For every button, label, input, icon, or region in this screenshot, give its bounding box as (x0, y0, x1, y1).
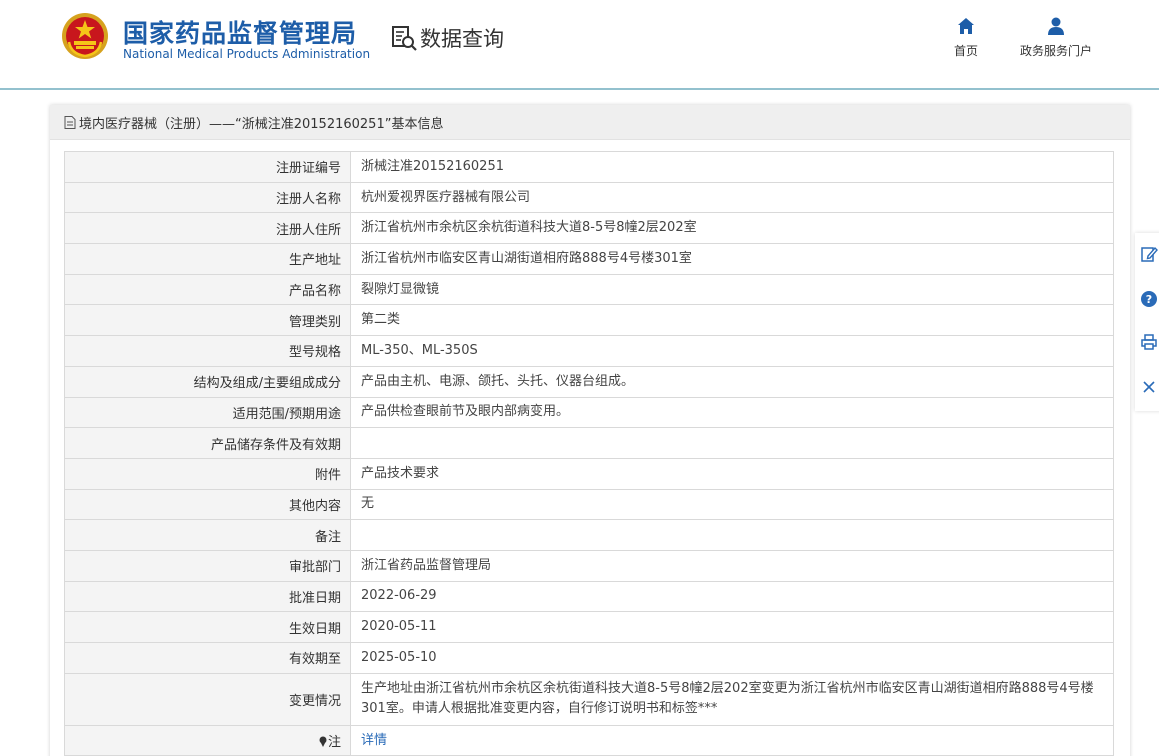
table-row: 注册人名称 杭州爱视界医疗器械有限公司 (64, 181, 1114, 214)
site-header: 国家药品监督管理局 National Medical Products Admi… (0, 0, 1159, 88)
field-label: 注册人名称 (64, 181, 351, 214)
note-label-cell: 注 (64, 724, 351, 756)
field-label: 其他内容 (64, 488, 351, 521)
table-row: 产品储存条件及有效期 (64, 427, 1114, 459)
field-value: 产品由主机、电源、颌托、头托、仪器台组成。 (350, 365, 1114, 398)
info-table: 注册证编号 浙械注准20152160251 注册人名称 杭州爱视界医疗器械有限公司 … (64, 151, 1114, 756)
home-icon (958, 18, 974, 34)
panel-title: 境内医疗器械（注册）——“浙械注准20152160251”基本信息 (79, 116, 444, 132)
close-icon[interactable] (1140, 378, 1158, 396)
field-label: 产品名称 (64, 273, 351, 306)
print-icon[interactable] (1140, 333, 1158, 351)
data-query-icon (392, 26, 417, 51)
panel-header: 境内医疗器械（注册）——“浙械注准20152160251”基本信息 (50, 105, 1130, 140)
table-row: 适用范围/预期用途 产品供检查眼前节及眼内部病变用。 (64, 396, 1114, 429)
field-value: 2020-05-11 (350, 611, 1114, 643)
field-label: 管理类别 (64, 304, 351, 337)
table-row: 审批部门 浙江省药品监督管理局 (64, 549, 1114, 582)
field-label: 有效期至 (64, 642, 351, 674)
table-row: 批准日期 2022-06-29 (64, 580, 1114, 613)
page-section-title: 数据查询 (420, 27, 504, 51)
field-value: 2025-05-10 (350, 642, 1114, 674)
field-label: 注册证编号 (64, 151, 351, 183)
field-value: 生产地址由浙江省杭州市余杭区余杭街道科技大道8-5号8幢2层202室变更为浙江省… (350, 672, 1114, 726)
table-row: 其他内容无 (64, 488, 1114, 521)
table-row: 结构及组成/主要组成成分 产品由主机、电源、颌托、头托、仪器台组成。 (64, 365, 1114, 398)
field-value: 浙江省药品监督管理局 (350, 549, 1114, 582)
user-icon (1048, 17, 1064, 35)
table-row: 变更情况 生产地址由浙江省杭州市余杭区余杭街道科技大道8-5号8幢2层202室变更… (64, 672, 1114, 726)
field-value: 浙械注准20152160251 (350, 151, 1114, 183)
field-value: 浙江省杭州市余杭区余杭街道科技大道8-5号8幢2层202室 (350, 212, 1114, 245)
note-row: 注 详情 (64, 724, 1114, 756)
document-icon (64, 115, 76, 129)
nav-home-link[interactable]: 首页 (946, 16, 986, 59)
table-row: 附件 产品技术要求 (64, 457, 1114, 490)
site-title-en: National Medical Products Administration (123, 47, 371, 61)
table-row: 产品名称 裂隙灯显微镜 (64, 273, 1114, 306)
field-value: 产品供检查眼前节及眼内部病变用。 (350, 396, 1114, 429)
field-value: ML-350、ML-350S (350, 335, 1114, 367)
national-emblem-icon (62, 13, 108, 59)
field-label: 注册人住所 (64, 212, 351, 245)
nav-home-label: 首页 (953, 44, 978, 58)
table-row: 注册人住所 浙江省杭州市余杭区余杭街道科技大道8-5号8幢2层202室 (64, 212, 1114, 245)
field-label: 批准日期 (64, 580, 351, 613)
edit-icon[interactable] (1140, 245, 1158, 263)
field-value: 产品技术要求 (350, 457, 1114, 490)
table-row: 管理类别 第二类 (64, 304, 1114, 337)
header-divider (0, 88, 1159, 90)
svg-text:?: ? (1146, 293, 1152, 306)
field-value: 第二类 (350, 304, 1114, 337)
field-label: 附件 (64, 457, 351, 490)
field-label: 产品储存条件及有效期 (64, 427, 351, 459)
note-value: 详情 (350, 724, 1114, 756)
field-value: 裂隙灯显微镜 (350, 273, 1114, 306)
field-value: 无 (350, 488, 1114, 521)
field-label: 生产地址 (64, 243, 351, 275)
field-value: 浙江省杭州市临安区青山湖街道相府路888号4号楼301室 (350, 243, 1114, 275)
field-label: 结构及组成/主要组成成分 (64, 365, 351, 398)
site-title-cn: 国家药品监督管理局 (123, 19, 358, 48)
pin-icon (319, 736, 327, 748)
side-toolbar: ? (1135, 233, 1159, 411)
field-label: 适用范围/预期用途 (64, 396, 351, 429)
table-row: 有效期至 2025-05-10 (64, 642, 1114, 674)
table-row: 注册证编号 浙械注准20152160251 (64, 151, 1114, 183)
field-value (350, 519, 1114, 551)
table-row: 生效日期 2020-05-11 (64, 611, 1114, 643)
note-label: 注 (327, 735, 341, 751)
field-label: 型号规格 (64, 335, 351, 367)
field-label: 生效日期 (64, 611, 351, 643)
nav-service-portal-label: 政务服务门户 (1019, 44, 1092, 58)
table-row: 生产地址 浙江省杭州市临安区青山湖街道相府路888号4号楼301室 (64, 243, 1114, 275)
field-value (350, 427, 1114, 459)
table-row: 型号规格 ML-350、ML-350S (64, 335, 1114, 367)
field-label: 变更情况 (64, 672, 351, 726)
field-value: 2022-06-29 (350, 580, 1114, 613)
field-label: 审批部门 (64, 549, 351, 582)
detail-link[interactable]: 详情 (361, 733, 387, 748)
detail-panel: 境内医疗器械（注册）——“浙械注准20152160251”基本信息 注册证编号浙… (50, 105, 1130, 756)
table-row: 备注 (64, 519, 1114, 551)
help-icon[interactable]: ? (1140, 290, 1158, 308)
field-value: 杭州爱视界医疗器械有限公司 (350, 181, 1114, 214)
field-label: 备注 (64, 519, 351, 551)
nav-service-portal-link[interactable]: 政务服务门户 (1014, 16, 1098, 59)
